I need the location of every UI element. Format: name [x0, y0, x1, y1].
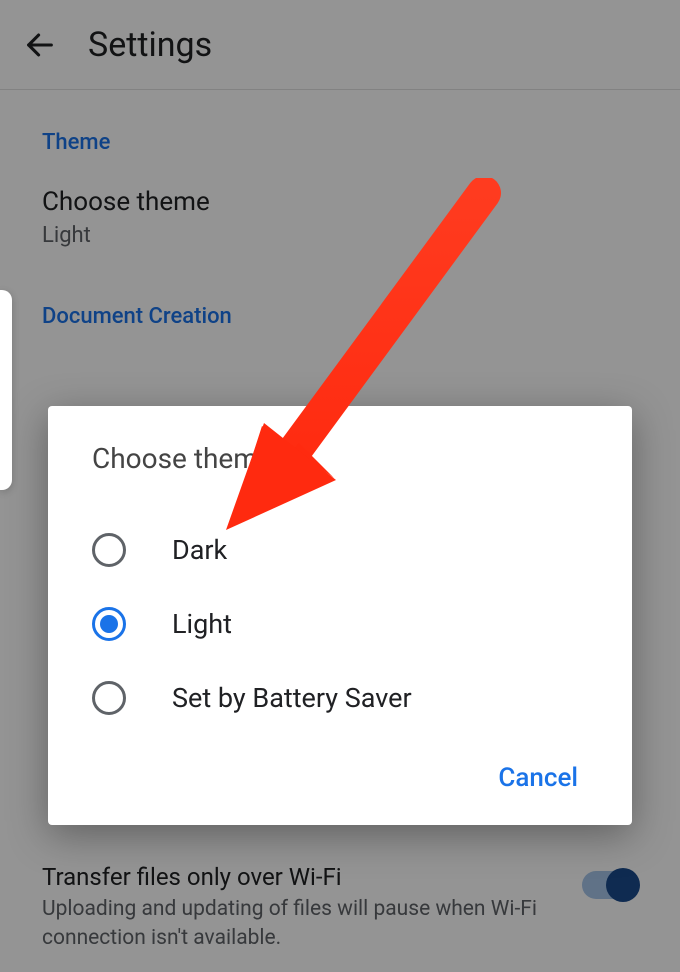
radio-icon	[92, 533, 126, 567]
dialog-actions: Cancel	[48, 735, 632, 803]
option-label: Set by Battery Saver	[172, 682, 412, 714]
radio-icon-selected	[92, 607, 126, 641]
choose-theme-dialog: Choose theme Dark Light Set by Battery S…	[48, 406, 632, 825]
cancel-button[interactable]: Cancel	[484, 753, 592, 803]
theme-option-battery-saver[interactable]: Set by Battery Saver	[48, 661, 632, 735]
option-label: Light	[172, 608, 232, 640]
theme-option-dark[interactable]: Dark	[48, 513, 632, 587]
theme-option-light[interactable]: Light	[48, 587, 632, 661]
dialog-title: Choose theme	[48, 442, 632, 475]
side-tab	[0, 290, 12, 490]
radio-icon	[92, 681, 126, 715]
option-label: Dark	[172, 534, 227, 566]
